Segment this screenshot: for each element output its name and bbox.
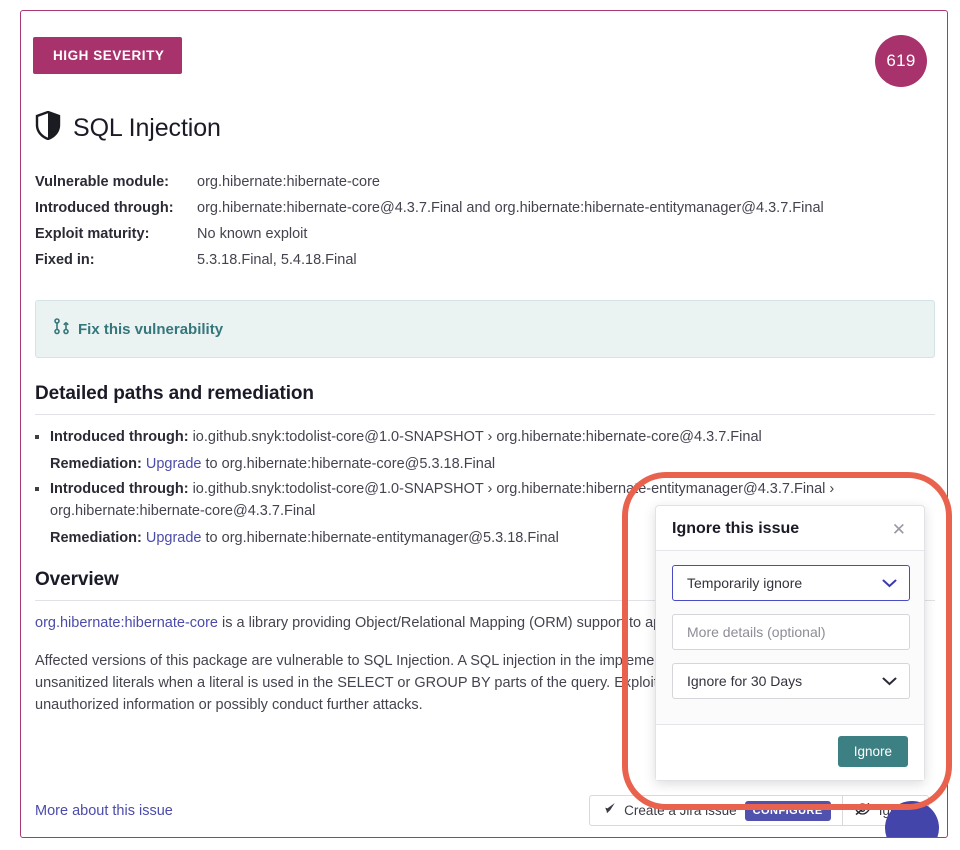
fix-banner-label: Fix this vulnerability: [78, 320, 224, 338]
priority-score-badge: 619: [875, 35, 927, 87]
remediation-label: Remediation:: [50, 530, 142, 546]
upgrade-link[interactable]: Upgrade: [146, 530, 202, 546]
meta-label: Introduced through:: [35, 200, 174, 216]
package-link[interactable]: org.hibernate:hibernate-core: [35, 615, 218, 631]
remediation-rest: to org.hibernate:hibernate-entitymanager…: [201, 530, 559, 546]
modal-ignore-submit-button[interactable]: Ignore: [837, 736, 908, 767]
meta-value: 5.3.18.Final, 5.4.18.Final: [197, 252, 357, 268]
create-jira-issue-label: Create a Jira issue: [624, 803, 737, 818]
shield-icon: [35, 110, 61, 145]
introduced-through-value: io.github.snyk:todolist-core@1.0-SNAPSHO…: [192, 429, 762, 445]
configure-badge[interactable]: CONFIGURE: [744, 800, 831, 821]
priority-score-value: 619: [886, 51, 916, 70]
upgrade-link[interactable]: Upgrade: [146, 456, 202, 472]
ignore-reason-value: Temporarily ignore: [687, 575, 803, 591]
meta-label: Vulnerable module:: [35, 174, 170, 190]
more-about-issue-link[interactable]: More about this issue: [35, 803, 173, 819]
meta-row: Vulnerable module: org.hibernate:hiberna…: [35, 169, 824, 195]
meta-row: Introduced through: org.hibernate:hibern…: [35, 195, 824, 221]
chevron-down-icon: [882, 575, 897, 591]
meta-table: Vulnerable module: org.hibernate:hiberna…: [35, 169, 824, 273]
issue-title-row: SQL Injection: [35, 110, 221, 145]
meta-value: org.hibernate:hibernate-core@4.3.7.Final…: [197, 200, 824, 216]
detailed-paths-heading: Detailed paths and remediation: [35, 383, 314, 404]
page-title: SQL Injection: [73, 113, 221, 142]
meta-value: org.hibernate:hibernate-core: [197, 174, 380, 190]
introduced-through-label: Introduced through:: [50, 429, 189, 445]
modal-header: Ignore this issue ✕: [656, 506, 924, 551]
chevron-down-icon: [882, 673, 897, 689]
severity-badge: HIGH SEVERITY: [33, 37, 183, 74]
list-item: Introduced through: io.github.snyk:todol…: [35, 426, 935, 448]
ignore-reason-select[interactable]: Temporarily ignore: [672, 565, 910, 601]
action-bar: Create a Jira issue CONFIGURE Ignore: [589, 795, 929, 826]
remediation-rest: to org.hibernate:hibernate-core@5.3.18.F…: [201, 456, 496, 472]
remediation-row: Remediation: Upgrade to org.hibernate:hi…: [35, 450, 935, 478]
meta-value: No known exploit: [197, 226, 308, 242]
eye-slash-icon: [854, 802, 871, 819]
pull-request-icon: [54, 318, 69, 340]
ignore-duration-value: Ignore for 30 Days: [687, 673, 803, 689]
fix-vulnerability-banner[interactable]: Fix this vulnerability: [35, 300, 935, 358]
ignore-duration-select[interactable]: Ignore for 30 Days: [672, 663, 910, 699]
meta-label: Exploit maturity:: [35, 226, 150, 242]
modal-body: Temporarily ignore More details (optiona…: [656, 551, 924, 724]
ignore-issue-modal: Ignore this issue ✕ Temporarily ignore M…: [655, 505, 925, 781]
meta-row: Fixed in: 5.3.18.Final, 5.4.18.Final: [35, 247, 824, 273]
page-root: HIGH SEVERITY 619 SQL Injection Vulnerab…: [0, 0, 960, 850]
meta-label: Fixed in:: [35, 252, 95, 268]
modal-title: Ignore this issue: [672, 520, 800, 537]
introduced-through-label: Introduced through:: [50, 481, 189, 497]
more-details-input[interactable]: More details (optional): [672, 614, 910, 650]
remediation-label: Remediation:: [50, 456, 142, 472]
jira-icon: [601, 802, 616, 820]
close-icon[interactable]: ✕: [890, 521, 908, 538]
modal-footer: Ignore: [656, 724, 924, 780]
create-jira-issue-button[interactable]: Create a Jira issue CONFIGURE: [589, 795, 843, 826]
more-details-placeholder: More details (optional): [687, 624, 826, 640]
meta-row: Exploit maturity: No known exploit: [35, 221, 824, 247]
divider: [35, 414, 935, 415]
